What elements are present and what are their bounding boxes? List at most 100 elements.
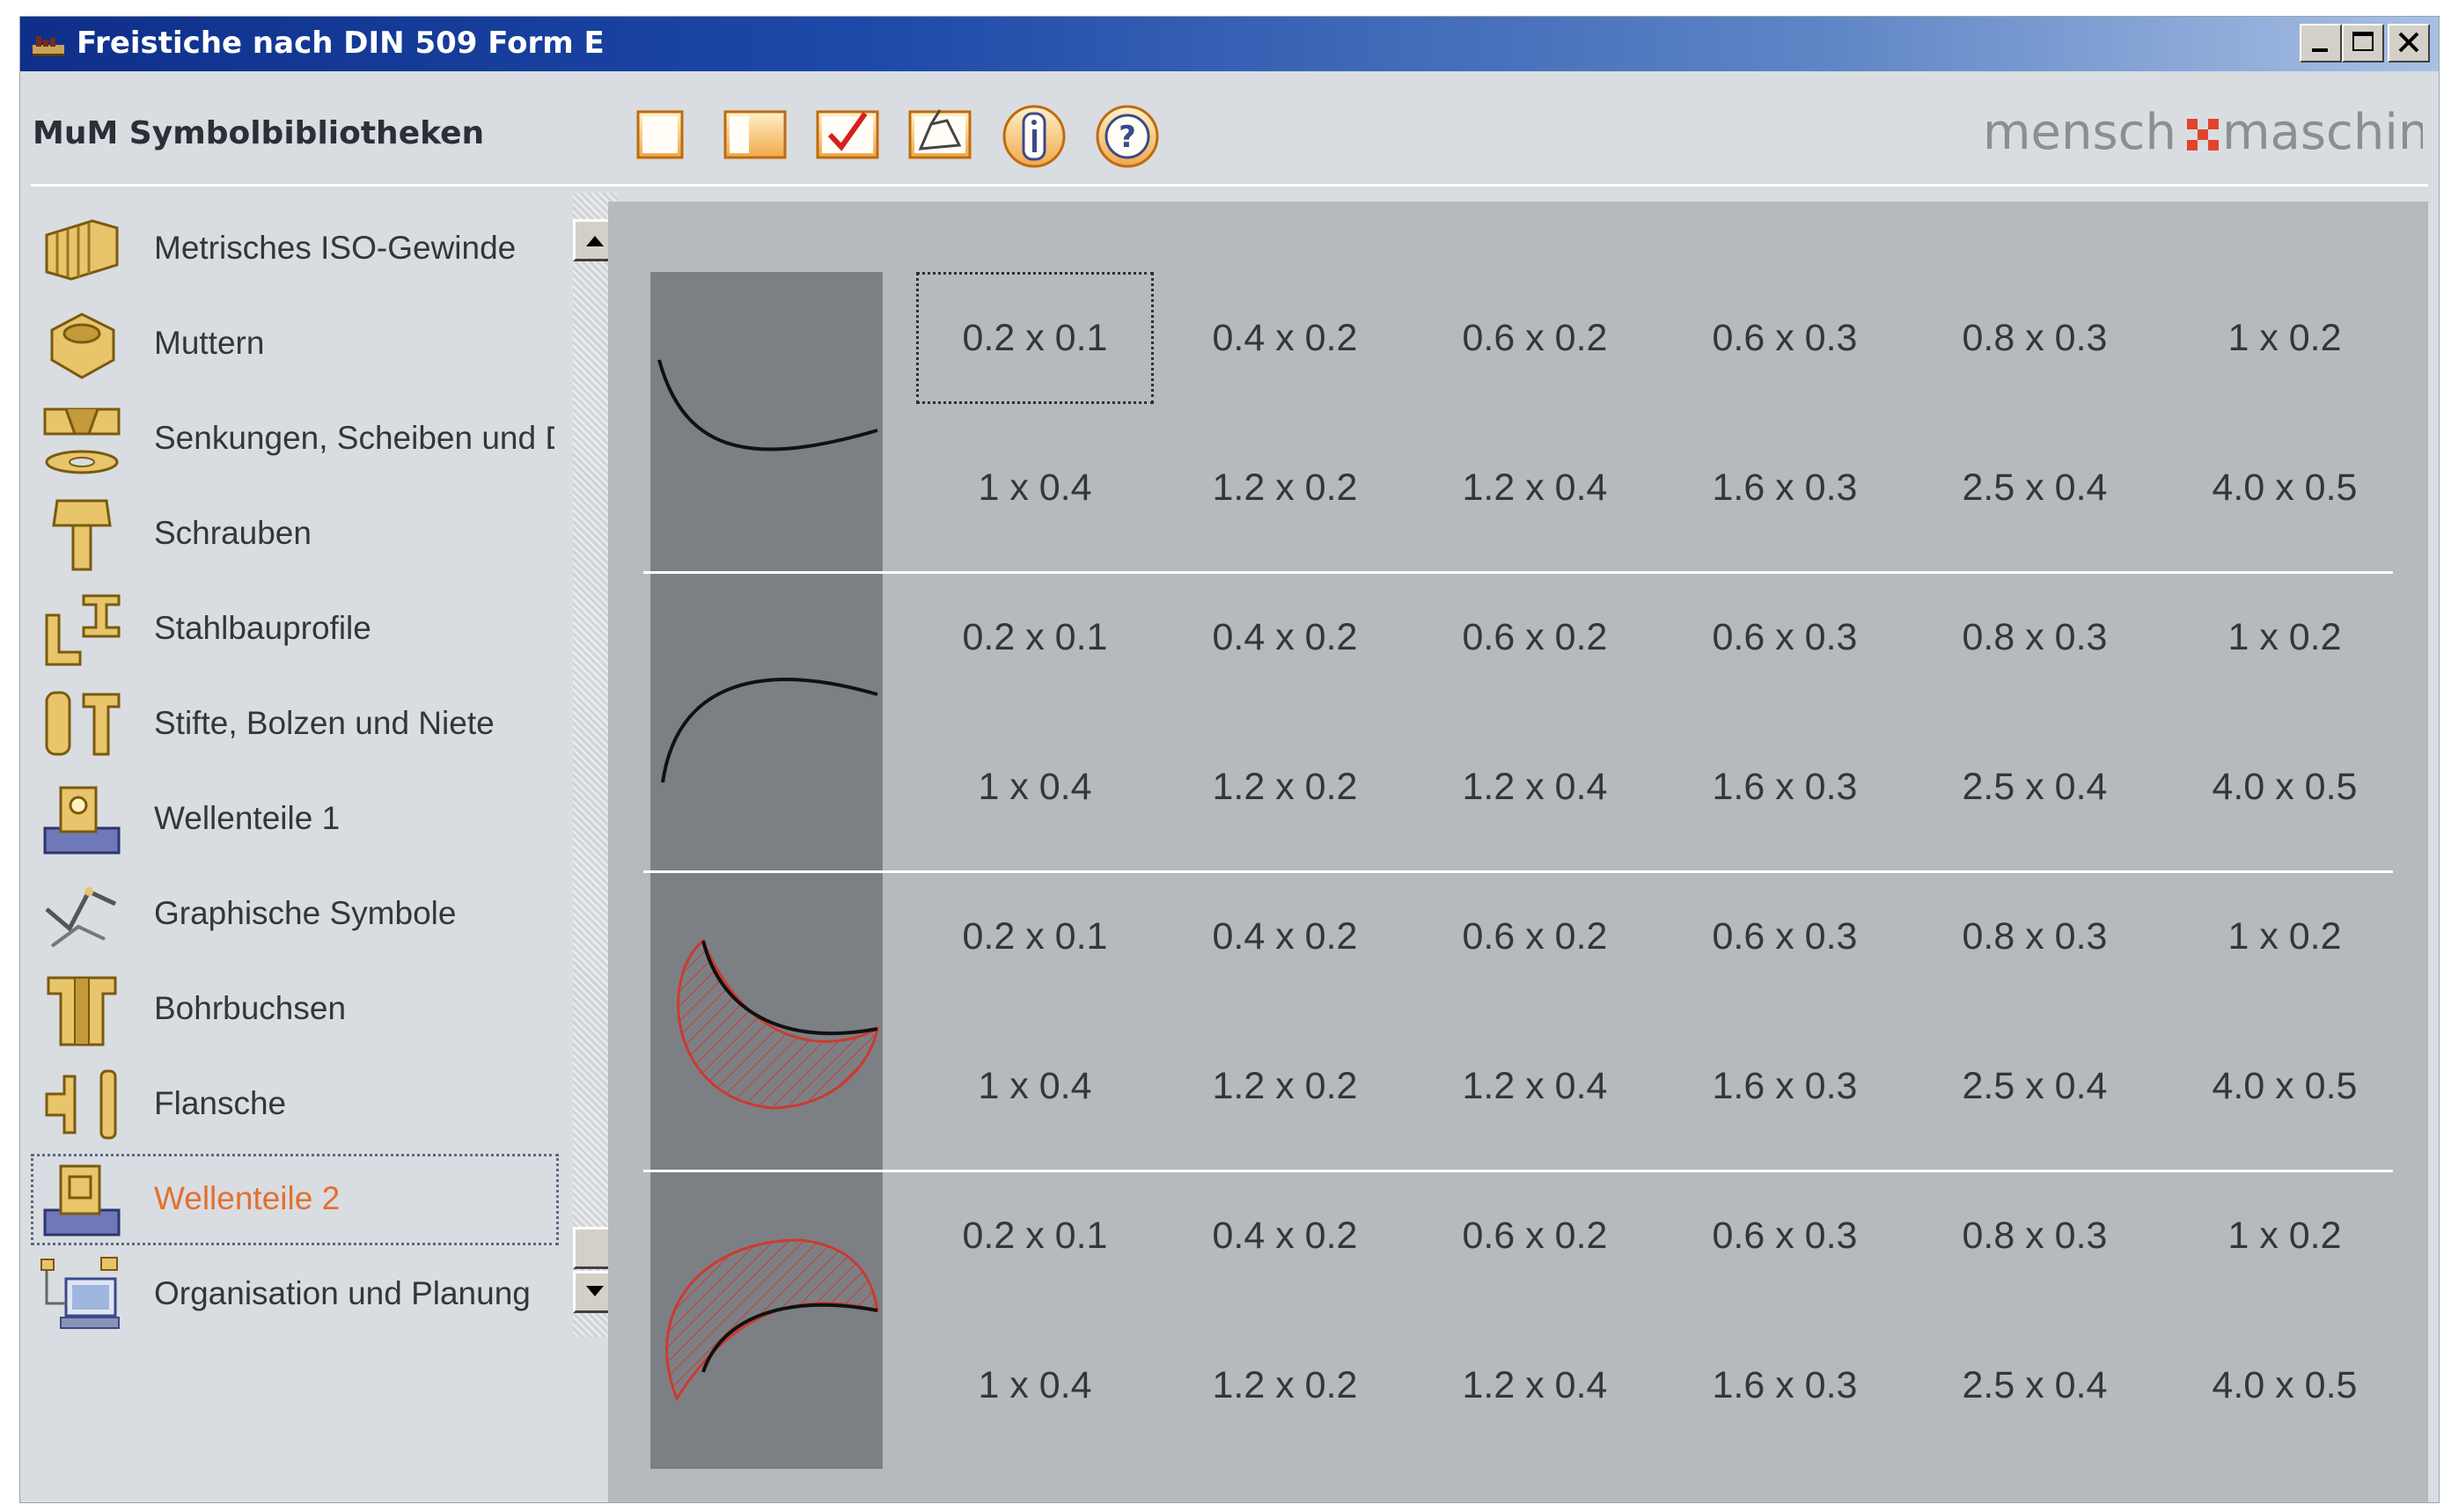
sidebar-item-organisation-und-planung[interactable]: Organisation und Planung: [31, 1249, 559, 1340]
app-icon: [33, 36, 64, 56]
preview-undercut-curve-up[interactable]: [650, 571, 883, 870]
size-cell[interactable]: 1.2 x 0.2: [1166, 1319, 1404, 1451]
help-button[interactable]: ?: [1092, 101, 1163, 172]
size-cell[interactable]: 4.0 x 0.5: [2166, 422, 2403, 554]
size-cell[interactable]: 0.8 x 0.3: [1916, 272, 2154, 404]
size-cell[interactable]: 2.5 x 0.4: [1916, 1319, 2154, 1451]
size-cell[interactable]: 2.5 x 0.4: [1916, 422, 2154, 554]
size-cell[interactable]: 0.4 x 0.2: [1166, 870, 1404, 1002]
sidebar-item-label: Bohrbuchsen: [154, 990, 347, 1026]
size-cell[interactable]: 0.6 x 0.3: [1666, 1170, 1904, 1302]
size-cell[interactable]: 0.6 x 0.3: [1666, 870, 1904, 1002]
check-settings-button[interactable]: [812, 101, 883, 172]
info-button[interactable]: [999, 101, 1069, 172]
maximize-button[interactable]: [2342, 24, 2384, 62]
size-cell[interactable]: 1 x 0.2: [2166, 272, 2403, 404]
maximize-icon: [2352, 32, 2374, 51]
svg-text:maschine: maschine: [2222, 104, 2423, 161]
size-cell[interactable]: 0.6 x 0.3: [1666, 272, 1904, 404]
size-cell[interactable]: 0.2 x 0.1: [916, 272, 1154, 404]
shaft-part-icon: [43, 1164, 121, 1237]
size-cell[interactable]: 1.2 x 0.2: [1166, 721, 1404, 853]
title-bar[interactable]: Freistiche nach DIN 509 Form E: [20, 17, 2439, 71]
steel-profile-icon: [45, 594, 121, 666]
size-cell[interactable]: 1 x 0.4: [916, 1020, 1154, 1152]
single-panel-view-button[interactable]: [627, 101, 698, 172]
svg-text:mensch: mensch: [1983, 104, 2176, 161]
preview-undercut-hatched-down[interactable]: [650, 870, 883, 1170]
sidebar-item-label: Wellenteile 2: [154, 1180, 341, 1216]
close-button[interactable]: [2388, 24, 2430, 62]
size-cell[interactable]: 0.6 x 0.2: [1416, 1170, 1654, 1302]
sidebar-item-senkungen[interactable]: Senkungen, Scheiben und Du: [31, 393, 559, 485]
sidebar-item-bohrbuchsen[interactable]: Bohrbuchsen: [31, 964, 559, 1055]
size-cell[interactable]: 1 x 0.4: [916, 422, 1154, 554]
sidebar-item-label: Stifte, Bolzen und Niete: [154, 705, 495, 741]
close-icon: [2398, 32, 2419, 53]
sidebar-item-wellenteile-2[interactable]: Wellenteile 2: [31, 1154, 559, 1245]
size-cell[interactable]: 1.6 x 0.3: [1666, 721, 1904, 853]
size-cell[interactable]: 1 x 0.2: [2166, 1170, 2403, 1302]
sidebar-item-label: Wellenteile 1: [154, 800, 341, 836]
question-icon: ?: [1119, 120, 1136, 155]
size-cell[interactable]: 4.0 x 0.5: [2166, 1020, 2403, 1152]
minimize-button[interactable]: [2300, 24, 2342, 62]
size-cell[interactable]: 1 x 0.4: [916, 1319, 1154, 1451]
preview-undercut-curve-down[interactable]: [650, 272, 883, 571]
size-cell[interactable]: 0.4 x 0.2: [1166, 571, 1404, 703]
sidebar-item-schrauben[interactable]: Schrauben: [31, 488, 559, 580]
flange-icon: [45, 1069, 117, 1140]
sidebar-item-stahlbauprofile[interactable]: Stahlbauprofile: [31, 584, 559, 675]
size-cell[interactable]: 1.2 x 0.2: [1166, 1020, 1404, 1152]
drawing-tool-button[interactable]: [905, 101, 975, 172]
sidebar-item-flansche[interactable]: Flansche: [31, 1059, 559, 1150]
library-label: MuM Symbolbibliotheken: [33, 115, 485, 151]
size-cell[interactable]: 0.6 x 0.2: [1416, 272, 1654, 404]
size-cell[interactable]: 1 x 0.4: [916, 721, 1154, 853]
size-cell[interactable]: 0.6 x 0.2: [1416, 571, 1654, 703]
size-cell[interactable]: 0.8 x 0.3: [1916, 870, 2154, 1002]
size-cell[interactable]: 1.6 x 0.3: [1666, 1020, 1904, 1152]
size-cell[interactable]: 0.6 x 0.3: [1666, 571, 1904, 703]
size-cell[interactable]: 0.8 x 0.3: [1916, 571, 2154, 703]
preview-undercut-hatched-up[interactable]: [650, 1170, 883, 1469]
drill-bushing-icon: [47, 976, 117, 1046]
nut-icon: [50, 312, 115, 379]
countersink-washer-icon: [43, 407, 121, 474]
size-cell[interactable]: 1.2 x 0.2: [1166, 422, 1404, 554]
size-cell[interactable]: 1.2 x 0.4: [1416, 1020, 1654, 1152]
computer-planning-icon: [40, 1257, 120, 1329]
sidebar-item-muttern[interactable]: Muttern: [31, 298, 559, 390]
size-cell[interactable]: 0.2 x 0.1: [916, 571, 1154, 703]
size-cell[interactable]: 1 x 0.2: [2166, 571, 2403, 703]
sidebar-item-wellenteile-1[interactable]: Wellenteile 1: [31, 774, 559, 865]
sidebar-item-stifte-bolzen-niete[interactable]: Stifte, Bolzen und Niete: [31, 679, 559, 770]
size-cell[interactable]: 1.6 x 0.3: [1666, 1319, 1904, 1451]
split-panel-view-button[interactable]: [720, 101, 790, 172]
size-cell[interactable]: 4.0 x 0.5: [2166, 721, 2403, 853]
size-cell[interactable]: 1.2 x 0.4: [1416, 1319, 1654, 1451]
symbol-grid: 0.2 x 0.1 0.4 x 0.2 0.6 x 0.2 0.6 x 0.3 …: [608, 202, 2428, 1502]
size-cell[interactable]: 2.5 x 0.4: [1916, 721, 2154, 853]
size-cell[interactable]: 0.4 x 0.2: [1166, 1170, 1404, 1302]
size-cell[interactable]: 0.2 x 0.1: [916, 870, 1154, 1002]
size-cell[interactable]: 1.6 x 0.3: [1666, 422, 1904, 554]
minimize-icon: [2312, 48, 2328, 52]
sidebar-item-label: Organisation und Planung: [154, 1275, 531, 1311]
screw-icon: [52, 499, 112, 571]
size-cell[interactable]: 1.2 x 0.4: [1416, 422, 1654, 554]
shaft-part-icon: [43, 786, 121, 855]
size-cell[interactable]: 0.6 x 0.2: [1416, 870, 1654, 1002]
size-cell[interactable]: 0.8 x 0.3: [1916, 1170, 2154, 1302]
size-cell[interactable]: 0.2 x 0.1: [916, 1170, 1154, 1302]
size-cell[interactable]: 0.4 x 0.2: [1166, 272, 1404, 404]
library-sidebar: Metrisches ISO-Gewinde Muttern Senkungen…: [31, 193, 617, 1495]
size-cell[interactable]: 2.5 x 0.4: [1916, 1020, 2154, 1152]
size-cell[interactable]: 1 x 0.2: [2166, 870, 2403, 1002]
size-cell[interactable]: 4.0 x 0.5: [2166, 1319, 2403, 1451]
brand-logo: mensch maschine: [1983, 104, 2423, 161]
sidebar-item-graphische-symbole[interactable]: Graphische Symbole: [31, 869, 559, 960]
sidebar-item-metrisches-iso-gewinde[interactable]: Metrisches ISO-Gewinde: [31, 203, 559, 295]
size-cell[interactable]: 1.2 x 0.4: [1416, 721, 1654, 853]
sidebar-item-label: Muttern: [154, 325, 265, 361]
